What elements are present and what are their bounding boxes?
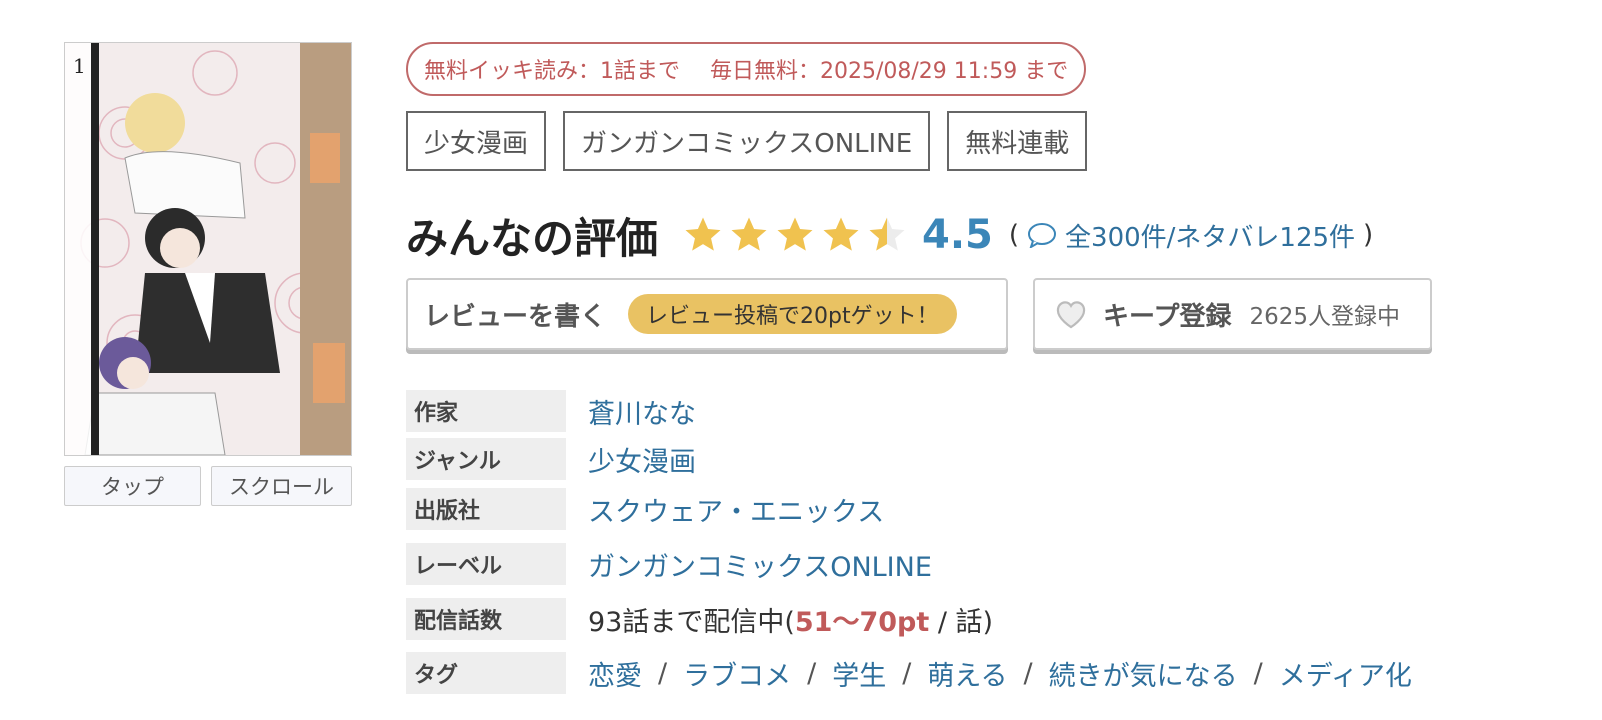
publisher-link[interactable]: スクウェア・エニックス: [588, 490, 884, 529]
keep-register-button[interactable]: キープ登録 2625人登録中: [1033, 278, 1432, 350]
episodes-label: 配信話数: [406, 598, 566, 640]
category-tag-shojo[interactable]: 少女漫画: [406, 111, 547, 171]
keep-count: 2625人登録中: [1249, 304, 1400, 330]
info-row-label: レーベル ガンガンコミックスONLINE: [406, 543, 932, 585]
star-icon: [731, 217, 767, 251]
tag-separator: /: [807, 657, 817, 689]
author-label: 作家: [406, 390, 566, 432]
info-row-episodes: 配信話数 93話まで配信中(51〜70pt / 話): [406, 598, 993, 640]
heart-icon: [1056, 301, 1086, 329]
genre-label: ジャンル: [406, 438, 566, 480]
review-counts: 全300件/ネタバレ125件: [1065, 222, 1356, 253]
paren-close: ): [1363, 220, 1374, 250]
info-row-genre: ジャンル 少女漫画: [406, 438, 696, 480]
rating-title: みんなの評価: [406, 213, 659, 263]
free-reading-banner: 無料イッキ読み：1話まで 毎日無料：2025/08/29 11:59 まで: [406, 42, 1087, 96]
tag-link[interactable]: ラブコメ: [683, 654, 791, 693]
episodes-value: 93話まで配信中(51〜70pt / 話): [588, 600, 993, 639]
rating-score: 4.5: [922, 212, 993, 258]
category-tag-list: 少女漫画 ガンガンコミックスONLINE 無料連載: [406, 111, 1088, 171]
keep-register-label: キープ登録: [1103, 301, 1232, 332]
comic-cover-image[interactable]: 1: [64, 42, 352, 456]
tag-separator: /: [1253, 657, 1263, 689]
write-review-label: レビューを書く: [424, 301, 607, 332]
cover-title-text: 1: [73, 54, 86, 78]
tag-link[interactable]: 続きが気になる: [1049, 654, 1238, 693]
tag-link[interactable]: 学生: [832, 654, 886, 693]
episodes-suffix: / 話): [929, 606, 994, 638]
daily-free-text: 毎日無料：2025/08/29 11:59 まで: [710, 59, 1069, 84]
tag-link[interactable]: メディア化: [1279, 654, 1412, 693]
scroll-view-button[interactable]: スクロール: [211, 466, 352, 506]
author-link[interactable]: 蒼川なな: [588, 392, 696, 431]
tag-separator: /: [1023, 657, 1033, 689]
paren-open: (: [1008, 220, 1020, 250]
episode-price: 51〜70pt: [794, 606, 930, 638]
info-row-publisher: 出版社 スクウェア・エニックス: [406, 488, 884, 530]
tag-separator: /: [902, 657, 912, 689]
star-icon: [685, 217, 721, 251]
star-icon: [823, 217, 859, 251]
write-review-button[interactable]: レビューを書く レビュー投稿で20ptゲット！: [406, 278, 1008, 350]
episodes-prefix: 93話まで配信中(: [588, 606, 795, 638]
tap-view-button[interactable]: タップ: [64, 466, 201, 506]
rating-row: みんなの評価 4.5 ( 全300件/ネタバレ125件 ): [406, 204, 1373, 266]
category-tag-label[interactable]: ガンガンコミックスONLINE: [563, 111, 931, 171]
info-row-tags: タグ 恋愛 / ラブコメ / 学生 / 萌える / 続きが気になる / メディア化: [406, 652, 1412, 694]
label-label: レーベル: [406, 543, 566, 585]
half-star-icon: [869, 217, 905, 251]
genre-link[interactable]: 少女漫画: [588, 440, 696, 479]
review-bonus-badge: レビュー投稿で20ptゲット！: [628, 294, 957, 334]
publisher-label: 出版社: [406, 488, 566, 530]
tag-link[interactable]: 恋愛: [588, 654, 642, 693]
rating-stars: [682, 214, 908, 256]
speech-bubble-icon: [1028, 223, 1057, 248]
star-icon: [777, 217, 813, 251]
tag-link[interactable]: 萌える: [927, 654, 1007, 693]
tags-label: タグ: [406, 652, 566, 694]
label-link[interactable]: ガンガンコミックスONLINE: [588, 545, 932, 584]
category-tag-free-series[interactable]: 無料連載: [947, 111, 1088, 171]
tag-list: 恋愛 / ラブコメ / 学生 / 萌える / 続きが気になる / メディア化: [588, 654, 1412, 693]
info-row-author: 作家 蒼川なな: [406, 390, 696, 432]
review-count-link[interactable]: ( 全300件/ネタバレ125件 ): [1009, 217, 1373, 254]
tag-separator: /: [658, 657, 668, 689]
free-ikki-text: 無料イッキ読み：1話まで: [424, 59, 680, 84]
